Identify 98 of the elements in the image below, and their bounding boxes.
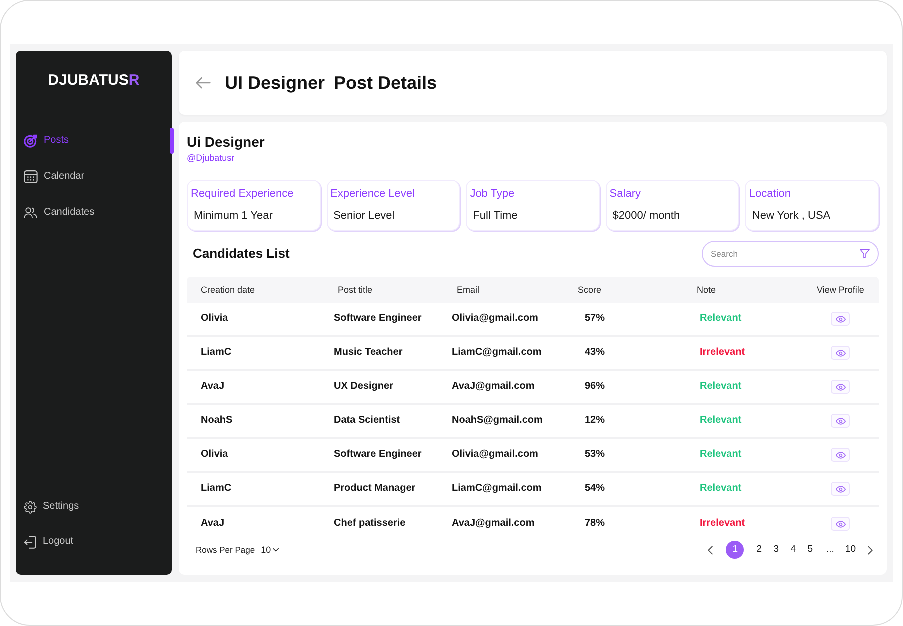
sidebar-item[interactable]: Settings [16,494,172,520]
table-cell: LiamC [201,483,232,495]
table-cell: Software Engineer [334,313,422,325]
page-button[interactable]: 5 [803,541,818,559]
table-cell: 53% [585,449,606,461]
logo: DJUBATUSR [48,71,140,91]
table-cell: AvaJ@gmail.com [452,381,535,393]
table-cell: Olivia@gmail.com [452,449,538,461]
view-profile-button[interactable] [831,482,850,496]
table-cell: LiamC@gmail.com [452,483,542,495]
table-cell: AvaJ [201,518,225,530]
table-cell: Music Teacher [334,347,403,359]
table-cell: 96% [585,381,606,393]
table-cell: LiamC@gmail.com [452,347,542,359]
table-cell: Olivia@gmail.com [452,313,538,325]
detail-value: Minimum 1 Year [194,209,273,223]
sidebar-item[interactable]: Candidates [16,200,172,226]
table-cell: Olivia [201,313,228,325]
table-cell: 54% [585,483,606,495]
eye-icon [836,486,846,492]
table-cell: Olivia [201,449,228,461]
view-profile-button[interactable] [831,517,850,531]
column-header: Score [578,284,602,296]
post-title: Ui Designer [187,133,265,151]
table-cell: Data Scientist [334,415,400,427]
table-cell: Relevant [700,449,742,461]
column-header: Creation date [201,284,256,296]
eye-icon [836,452,846,458]
detail-value: Full Time [473,209,518,223]
detail-value: New York , USA [752,209,831,223]
eye-icon [836,520,846,528]
rows-per-page-label: Rows Per Page [196,544,256,556]
page-title: UI Designer [225,72,326,94]
table-cell: LiamC [201,347,232,359]
table-cell: 78% [585,518,606,530]
chevron-left-icon [708,546,714,554]
back-arrow-icon[interactable] [196,77,211,89]
column-header: View Profile [817,284,864,296]
detail-label: Required Experience [191,187,294,201]
eye-icon [836,316,846,322]
table-cell: Relevant [700,313,742,325]
sidebar-item[interactable]: Logout [16,529,172,555]
post-handle: @Djubatusr [187,152,235,164]
detail-label: Salary [610,187,641,201]
table-cell: Chef patisserie [334,518,406,530]
page-button[interactable]: 1 [726,541,744,559]
eye-icon [836,350,846,356]
next-page-button[interactable] [866,546,875,554]
active-indicator [170,128,174,154]
previous-page-button[interactable] [706,546,716,554]
chevron-right-icon [868,546,873,554]
detail-label: Job Type [470,187,515,201]
sidebar-item[interactable]: Calendar [16,164,172,190]
detail-label: Location [749,187,791,201]
view-profile-button[interactable] [831,380,850,394]
page-subtitle: Post Details [334,72,438,94]
column-header: Note [697,284,716,296]
table-cell: Relevant [700,483,742,495]
pagination-ellipsis: ... [825,543,836,557]
caret-icon [273,548,280,552]
table-cell: Relevant [700,381,742,393]
logout-icon [24,536,37,548]
view-profile-button[interactable] [831,312,850,326]
users-icon [24,206,38,220]
detail-value: Senior Level [334,209,395,223]
table-cell: Relevant [700,415,742,427]
column-header: Post title [338,284,373,296]
section-title: Candidates List [192,246,290,262]
posts-target-icon [24,134,38,148]
column-header: Email [457,284,480,296]
eye-icon [836,384,846,390]
settings-icon [24,500,37,514]
view-profile-button[interactable] [831,414,850,428]
detail-value: $2000/ month [612,209,680,223]
detail-label: Experience Level [330,187,415,201]
view-profile-button[interactable] [831,346,850,360]
table-cell: 57% [585,313,606,325]
table-cell: NoahS [201,415,233,427]
rows-per-page-select[interactable]: 10 [261,544,280,556]
table-cell: 43% [585,347,606,359]
table-cell: Software Engineer [334,449,422,461]
table-cell: Irrelevant [700,518,746,530]
search-field[interactable]: Search [702,241,879,267]
filter-icon[interactable] [860,249,870,259]
table-cell: UX Designer [334,381,394,393]
page-button[interactable]: 2 [752,541,766,559]
calendar-icon [24,170,38,184]
page-button[interactable]: 10 [843,541,858,559]
eye-icon [836,418,846,424]
page-button[interactable]: 3 [769,541,784,559]
page-button[interactable]: 4 [786,541,800,559]
table-cell: Irrelevant [700,347,746,359]
view-profile-button[interactable] [831,448,850,462]
table-cell: Product Manager [334,483,416,495]
table-cell: AvaJ [201,381,225,393]
table-cell: 12% [585,415,606,427]
table-cell: AvaJ@gmail.com [452,518,535,530]
table-cell: NoahS@gmail.com [452,415,543,427]
